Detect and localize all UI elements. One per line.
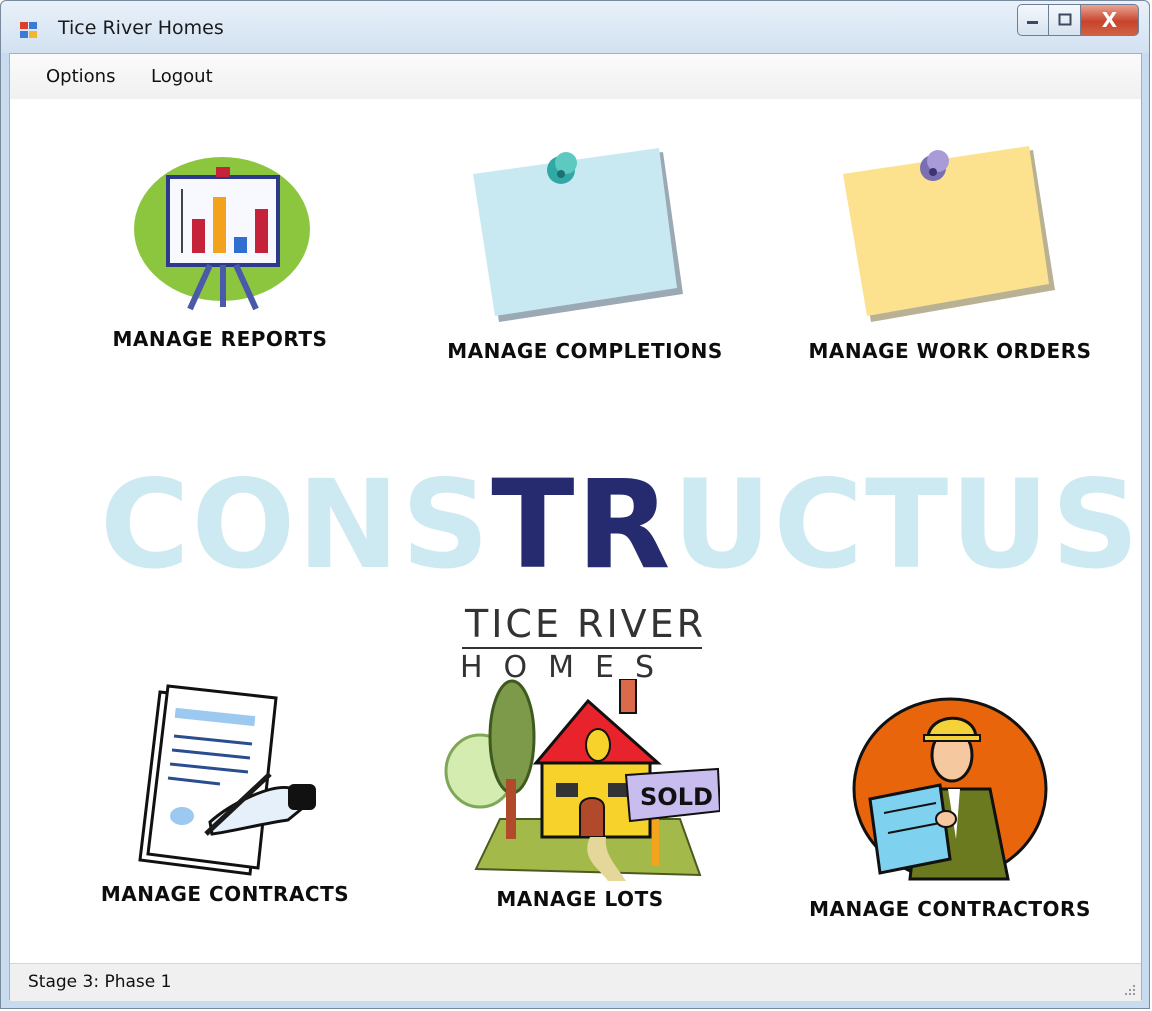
app-window: Tice River Homes X Options Logout CONSTR… bbox=[0, 0, 1150, 1009]
close-button[interactable]: X bbox=[1081, 4, 1139, 36]
manage-contracts-tile[interactable]: MANAGE CONTRACTS bbox=[75, 684, 375, 914]
status-text: Stage 3: Phase 1 bbox=[28, 972, 172, 992]
contractor-with-plans-icon bbox=[852, 697, 1048, 881]
status-bar: Stage 3: Phase 1 bbox=[10, 963, 1141, 1001]
resize-grip-icon[interactable] bbox=[1123, 983, 1137, 997]
yellow-sticky-note-icon bbox=[843, 146, 1055, 322]
logo-company-line: TICE RIVER bbox=[465, 602, 707, 646]
manage-lots-label: MANAGE LOTS bbox=[496, 887, 664, 911]
minimize-icon bbox=[1027, 21, 1038, 24]
maximize-icon bbox=[1058, 13, 1071, 26]
minimize-button[interactable] bbox=[1017, 4, 1049, 36]
logo-left-text: CONS bbox=[100, 454, 492, 596]
manage-reports-label: MANAGE REPORTS bbox=[112, 327, 328, 351]
signing-contract-icon bbox=[138, 684, 316, 876]
manage-work-orders-label: MANAGE WORK ORDERS bbox=[808, 339, 1092, 363]
window-title: Tice River Homes bbox=[58, 17, 224, 39]
maximize-button[interactable] bbox=[1049, 4, 1081, 36]
blue-sticky-note-icon bbox=[473, 148, 683, 322]
logo-wordmark: CONSTRUCTUS bbox=[100, 454, 1139, 596]
title-bar[interactable]: Tice River Homes X bbox=[1, 1, 1149, 53]
manage-contracts-label: MANAGE CONTRACTS bbox=[100, 882, 350, 906]
sold-sign-text: SOLD bbox=[640, 783, 713, 811]
logo-mark-text: TR bbox=[491, 454, 673, 596]
close-icon: X bbox=[1101, 8, 1118, 32]
manage-lots-tile[interactable]: SOLD MANAGE LOTS bbox=[430, 679, 730, 919]
manage-completions-tile[interactable]: MANAGE COMPLETIONS bbox=[415, 144, 755, 364]
logo-right-text: UCTUS bbox=[672, 454, 1142, 596]
house-sold-sign-icon: SOLD bbox=[444, 679, 720, 881]
chart-easel-icon bbox=[134, 157, 310, 311]
main-panel: Options Logout CONSTRUCTUS TICE RIVER HO… bbox=[9, 53, 1142, 1001]
menu-bar: Options Logout bbox=[10, 54, 1141, 99]
menu-options[interactable]: Options bbox=[40, 64, 121, 89]
constructus-logo: CONSTRUCTUS TICE RIVER HOMES bbox=[100, 454, 1139, 685]
manage-contractors-tile[interactable]: MANAGE CONTRACTORS bbox=[780, 689, 1120, 921]
window-controls: X bbox=[1017, 4, 1139, 38]
manage-contractors-label: MANAGE CONTRACTORS bbox=[809, 897, 1091, 921]
manage-completions-label: MANAGE COMPLETIONS bbox=[447, 339, 723, 363]
menu-logout[interactable]: Logout bbox=[145, 64, 219, 89]
manage-work-orders-tile[interactable]: MANAGE WORK ORDERS bbox=[780, 144, 1120, 364]
logo-divider bbox=[462, 647, 702, 649]
app-icon bbox=[20, 22, 37, 38]
manage-reports-tile[interactable]: MANAGE REPORTS bbox=[80, 149, 360, 351]
